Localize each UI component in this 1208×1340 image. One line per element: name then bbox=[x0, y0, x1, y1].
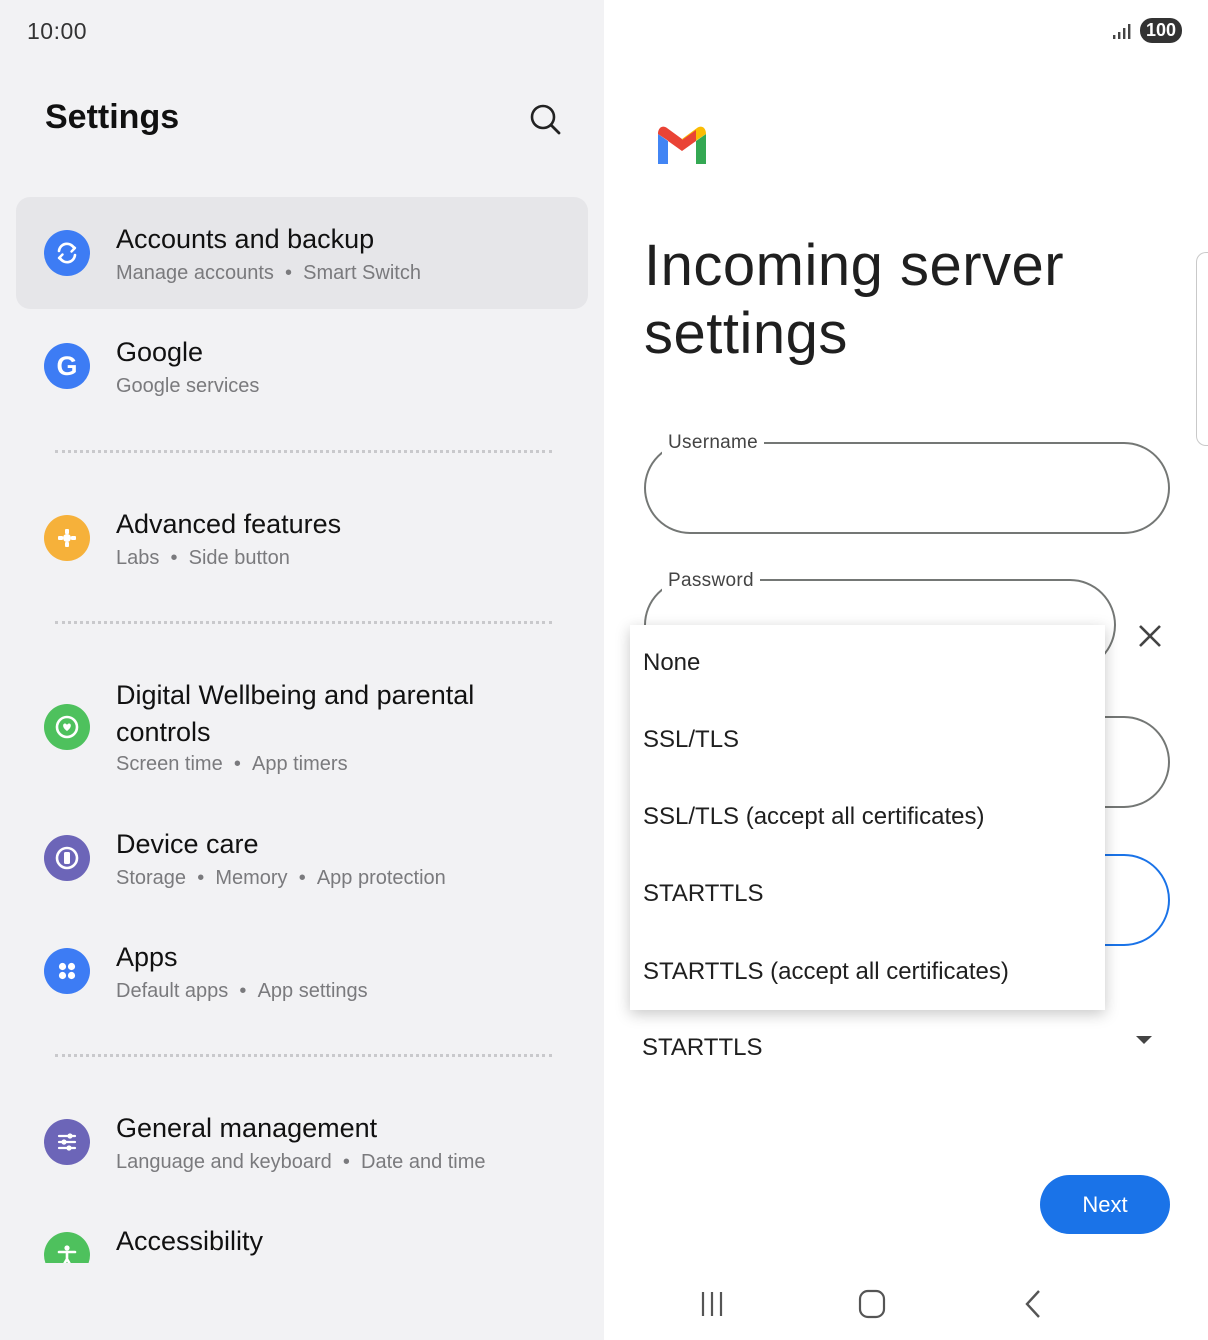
gmail-logo bbox=[654, 124, 710, 171]
battery-badge: 100 bbox=[1139, 18, 1182, 43]
nav-home-button[interactable] bbox=[857, 1286, 887, 1327]
device-care-icon bbox=[44, 835, 90, 881]
password-label: Password bbox=[662, 570, 760, 592]
puzzle-icon bbox=[44, 515, 90, 561]
dropdown-option-none[interactable]: None bbox=[643, 649, 700, 677]
settings-pane: 10:00 Settings Accounts and backup Manag… bbox=[0, 0, 604, 1340]
item-subtitle: Storage • Memory • App protection bbox=[116, 867, 446, 889]
sync-icon bbox=[44, 230, 90, 276]
accessibility-icon bbox=[44, 1232, 90, 1263]
settings-item-apps[interactable]: Apps Default apps • App settings bbox=[16, 915, 588, 1027]
apps-grid-icon bbox=[44, 948, 90, 994]
item-title-line-1: Digital Wellbeing and parental bbox=[116, 680, 475, 710]
settings-item-accounts-and-backup[interactable]: Accounts and backup Manage accounts • Sm… bbox=[16, 197, 588, 309]
settings-item-general-management[interactable]: General management Language and keyboard… bbox=[16, 1086, 588, 1198]
item-title-line-2: controls bbox=[116, 717, 211, 747]
gmail-m-icon bbox=[658, 126, 706, 164]
back-icon bbox=[1025, 1290, 1040, 1318]
divider bbox=[55, 621, 552, 624]
google-g-icon: G bbox=[44, 343, 90, 389]
username-label: Username bbox=[662, 432, 765, 454]
dropdown-option-ssl-tls-accept-all[interactable]: SSL/TLS (accept all certificates) bbox=[643, 803, 984, 831]
settings-item-google[interactable]: G Google Google services bbox=[16, 310, 588, 422]
item-title: Apps bbox=[116, 942, 178, 972]
security-type-select[interactable]: STARTTLS bbox=[642, 1034, 762, 1062]
dropdown-option-starttls-accept-all[interactable]: STARTTLS (accept all certificates) bbox=[643, 958, 1009, 986]
settings-item-device-care[interactable]: Device care Storage • Memory • App prote… bbox=[16, 802, 588, 914]
search-button[interactable] bbox=[526, 100, 566, 140]
item-subtitle: Language and keyboard • Date and time bbox=[116, 1151, 486, 1173]
settings-item-accessibility[interactable]: Accessibility bbox=[16, 1199, 588, 1263]
close-icon bbox=[1139, 625, 1161, 647]
settings-item-digital-wellbeing[interactable]: Digital Wellbeing and parental controls … bbox=[16, 660, 588, 792]
dropdown-option-starttls[interactable]: STARTTLS bbox=[643, 880, 763, 908]
scroll-indicator bbox=[1196, 252, 1208, 446]
status-bar-right: 100 bbox=[1112, 18, 1182, 43]
status-time: 10:00 bbox=[27, 18, 88, 44]
signal-icon bbox=[1112, 23, 1131, 39]
item-title: Accessibility bbox=[116, 1226, 264, 1256]
item-subtitle: Google services bbox=[116, 375, 260, 397]
username-field[interactable] bbox=[644, 442, 1170, 534]
page-title: Settings bbox=[45, 98, 180, 136]
clear-button[interactable] bbox=[1136, 622, 1164, 650]
item-subtitle: Labs • Side button bbox=[116, 547, 290, 569]
next-button[interactable]: Next bbox=[1040, 1175, 1170, 1234]
item-subtitle: Screen time • App timers bbox=[116, 753, 348, 775]
item-title: Advanced features bbox=[116, 509, 342, 539]
item-title: Device care bbox=[116, 829, 259, 859]
search-icon bbox=[530, 104, 561, 135]
item-title: General management bbox=[116, 1113, 378, 1143]
recents-icon bbox=[701, 1292, 723, 1316]
wellbeing-heart-icon bbox=[44, 704, 90, 750]
home-icon bbox=[858, 1289, 886, 1319]
security-type-dropdown: None SSL/TLS SSL/TLS (accept all certifi… bbox=[630, 625, 1105, 1010]
sliders-icon bbox=[44, 1119, 90, 1165]
nav-recents-button[interactable] bbox=[700, 1286, 726, 1327]
divider bbox=[55, 450, 552, 453]
item-title: Google bbox=[116, 337, 204, 367]
page-heading: Incoming server settings bbox=[644, 233, 1065, 366]
divider bbox=[55, 1054, 552, 1057]
dropdown-arrow-icon bbox=[1136, 1036, 1152, 1044]
item-subtitle: Manage accounts • Smart Switch bbox=[116, 262, 421, 284]
nav-back-button[interactable] bbox=[1022, 1286, 1044, 1327]
settings-item-advanced-features[interactable]: Advanced features Labs • Side button bbox=[16, 482, 588, 594]
dropdown-option-ssl-tls[interactable]: SSL/TLS bbox=[643, 726, 739, 754]
item-title: Accounts and backup bbox=[116, 224, 375, 254]
item-subtitle: Default apps • App settings bbox=[116, 980, 368, 1002]
